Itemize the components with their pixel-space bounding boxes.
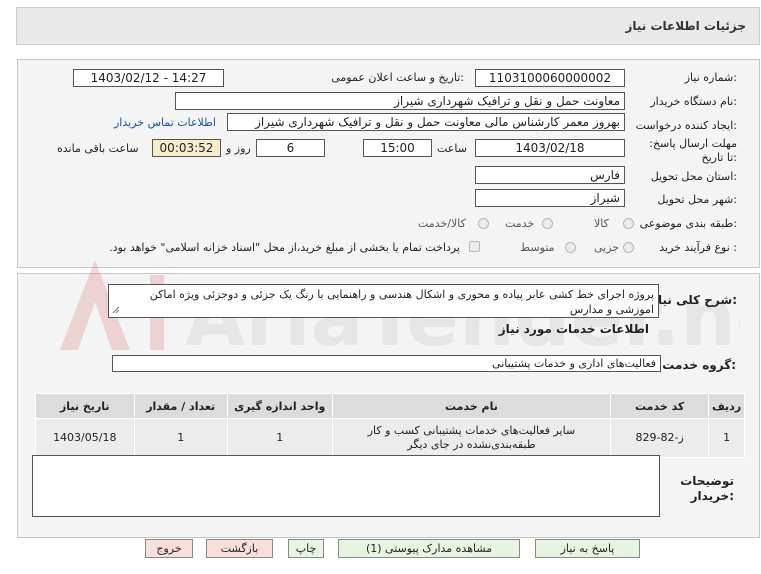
announce-field[interactable]: 1403/02/12 - 14:27 [73,69,224,87]
respond-button[interactable]: پاسخ به نیاز [535,539,640,558]
category-option-goods-service: کالا/خدمت [418,217,466,230]
col-service-code: کد خدمت [610,393,710,419]
col-row-index: ردیف [708,393,745,419]
deadline-label: مهلت ارسال پاسخ: تا تاریخ: [649,137,737,164]
process-option-medium: متوسط [520,241,555,254]
process-label: نوع فرآیند خرید : [659,241,737,254]
buyer-notes-label: توضیحات خریدار: [680,474,734,503]
buyer-org-field[interactable]: معاونت حمل و نقل و ترافیک شهرداری شیراز [175,92,625,110]
buyer-notes-field[interactable] [32,455,660,517]
days-label: روز و [226,142,251,155]
announce-label: تاریخ و ساعت اعلان عمومی: [331,71,464,84]
remaining-label: ساعت باقی مانده [57,142,139,155]
time-label: ساعت [437,142,467,155]
service-group-field[interactable]: فعالیت‌های اداری و خدمات پشتیبانی [112,355,661,372]
col-service-name: نام خدمت [331,393,612,419]
service-name-line1: سایر فعالیت‌های خدمات پشتیبانی کسب و کار [367,424,576,437]
city-field[interactable]: شیراز [475,189,625,207]
services-section-title: اطلاعات خدمات مورد نیاز [498,322,649,336]
category-radio-goods[interactable] [623,218,634,229]
cell-unit: 1 [226,418,333,458]
buyer-org-label: نام دستگاه خریدار: [650,95,737,108]
services-table-header: تاریخ نیاز تعداد / مقدار واحد اندازه گیر… [35,393,745,419]
service-name-line2: طبقه‌بندی‌نشده در جای دیگر [407,438,536,451]
creator-field[interactable]: بهروز معمر کارشناس مالی معاونت حمل و نقل… [227,113,625,131]
print-button[interactable]: چاپ [288,539,324,558]
table-row[interactable]: 1403/05/18 1 1 سایر فعالیت‌های خدمات پشت… [35,418,745,458]
category-radio-service[interactable] [542,218,553,229]
service-group-label: گروه خدمت: [662,358,736,372]
days-field[interactable]: 6 [256,139,325,157]
resize-handle-icon[interactable] [112,306,120,314]
cell-row-index: 1 [708,418,745,458]
need-number-field[interactable]: 1103100060000002 [475,69,625,87]
process-radio-minor[interactable] [623,242,634,253]
remaining-time-field: 00:03:52 [152,139,221,157]
buyer-contact-link[interactable]: اطلاعات تماس خریدار [114,116,216,129]
process-option-minor: جزیی [594,241,620,254]
city-label: شهر محل تحویل: [657,193,737,206]
category-radio-goods-service[interactable] [478,218,489,229]
need-number-label: شماره نیاز: [684,71,737,84]
col-unit: واحد اندازه گیری [226,393,333,419]
province-field[interactable]: فارس [475,166,625,184]
category-label: طبقه بندی موضوعی: [639,217,737,230]
services-table: تاریخ نیاز تعداد / مقدار واحد اندازه گیر… [35,393,745,458]
description-label: شرح کلی نیاز: [651,293,737,307]
category-option-service: خدمت [505,217,535,230]
exit-button[interactable]: خروج [145,539,193,558]
page-title: جزئیات اطلاعات نیاز [625,19,746,33]
payment-checkbox[interactable] [469,241,480,252]
cell-service-name: سایر فعالیت‌های خدمات پشتیبانی کسب و کار… [331,418,612,458]
cell-service-code: ز-82-829 [610,418,710,458]
title-bar: جزئیات اطلاعات نیاز [16,7,760,45]
creator-label: ایجاد کننده درخواست: [635,119,737,132]
province-label: استان محل تحویل: [650,170,737,183]
deadline-time-field[interactable]: 15:00 [363,139,432,157]
col-quantity: تعداد / مقدار [133,393,228,419]
category-option-goods: کالا [594,217,609,230]
view-attachments-button[interactable]: مشاهده مدارک پیوستی (1) [338,539,520,558]
description-field[interactable]: پروژه اجرای خط کشی عابر پیاده و محوری و … [108,284,659,318]
cell-quantity: 1 [133,418,228,458]
cell-need-date: 1403/05/18 [35,418,135,458]
back-button[interactable]: بازگشت [206,539,273,558]
col-need-date: تاریخ نیاز [35,393,135,419]
deadline-date-field[interactable]: 1403/02/18 [475,139,625,157]
process-radio-medium[interactable] [565,242,576,253]
payment-note: پرداخت تمام یا بخشی از مبلغ خرید،از محل … [109,241,460,254]
